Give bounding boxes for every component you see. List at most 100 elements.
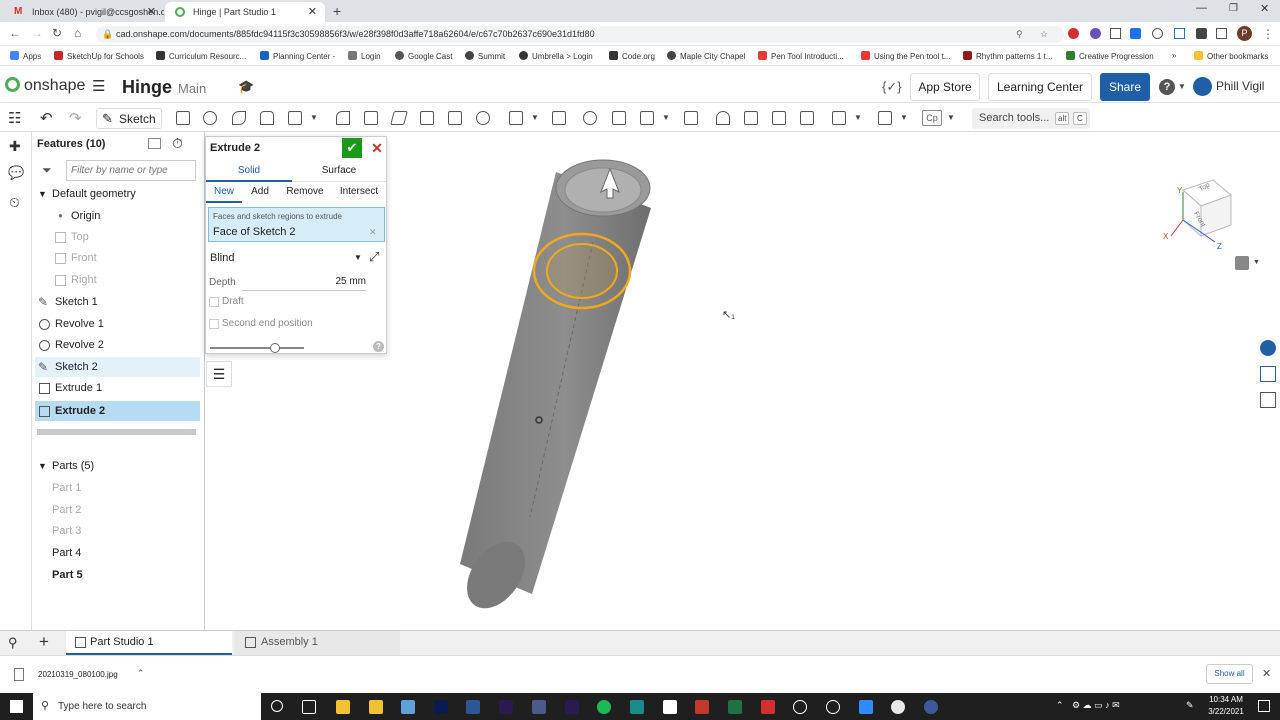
clock-date[interactable]: 3/22/2021: [1204, 707, 1248, 716]
task-view-icon[interactable]: [302, 700, 316, 714]
bookmark[interactable]: Pen Tool Introducti...: [758, 51, 844, 61]
chevron-down-icon[interactable]: ▼: [38, 184, 47, 204]
faces-selection-box[interactable]: Faces and sketch regions to extrude Face…: [208, 207, 385, 242]
mass-properties-icon[interactable]: [1260, 366, 1276, 382]
feature-plane-front[interactable]: Front: [35, 248, 200, 268]
split-tool-icon[interactable]: [612, 111, 626, 125]
op-remove[interactable]: Remove: [278, 183, 332, 203]
bookmark-apps[interactable]: Apps: [10, 51, 41, 61]
photoshop-icon[interactable]: [434, 700, 448, 714]
clear-selection-icon[interactable]: ✕: [369, 227, 377, 238]
loft-tool-icon[interactable]: [260, 111, 274, 125]
clock-time[interactable]: 10:34 AM: [1206, 695, 1246, 704]
branch-name[interactable]: Main: [178, 81, 206, 96]
chevron-down-icon[interactable]: ▼: [854, 113, 862, 122]
chevron-down-icon[interactable]: ▼: [900, 113, 908, 122]
sketch-button[interactable]: ✎ Sketch: [96, 108, 162, 129]
rollback-bar[interactable]: [37, 429, 196, 435]
pen-icon[interactable]: ✎: [1186, 700, 1194, 711]
default-geometry-group[interactable]: ▼ Default geometry: [35, 184, 200, 204]
chevron-down-icon[interactable]: ▼: [947, 113, 955, 122]
browser-menu-icon[interactable]: ⋮: [1262, 27, 1274, 41]
rib-tool-icon[interactable]: [420, 111, 434, 125]
search-tools-input[interactable]: Search tools... alt C: [972, 108, 1090, 129]
taskbar-search-box[interactable]: ⚲ Type here to search: [33, 693, 261, 720]
bookmark[interactable]: Curriculum Resourc...: [156, 51, 246, 61]
extrude-tool-icon[interactable]: [176, 111, 190, 125]
pattern-tool-icon[interactable]: [509, 111, 523, 125]
cylinder-part[interactable]: [455, 159, 651, 619]
view-cube-svg[interactable]: [1143, 150, 1243, 260]
chevron-down-icon[interactable]: ▼: [531, 113, 539, 122]
modify-fillet-tool-icon[interactable]: [716, 111, 730, 125]
tab-manager-icon[interactable]: ⚲: [8, 635, 18, 651]
feature-plane-top[interactable]: Top: [35, 227, 200, 247]
undo-icon[interactable]: ↶: [40, 109, 53, 127]
chevron-down-icon[interactable]: ▼: [1178, 82, 1186, 91]
appearance-panel-icon[interactable]: [1260, 340, 1276, 356]
part-item[interactable]: Part 4: [35, 543, 200, 563]
browser-tab-onshape[interactable]: Hinge | Part Studio 1 ✕: [165, 2, 325, 22]
bookmark[interactable]: Creative Progression: [1066, 51, 1154, 61]
chevron-down-icon[interactable]: ▼: [354, 249, 362, 267]
app-icon[interactable]: [924, 700, 938, 714]
mirror-tool-icon[interactable]: [552, 111, 566, 125]
hole-tool-icon[interactable]: [476, 111, 490, 125]
chamfer-tool-icon[interactable]: [364, 111, 378, 125]
app-icon[interactable]: [532, 700, 546, 714]
close-download-bar-icon[interactable]: ✕: [1262, 667, 1271, 680]
app-icon[interactable]: [401, 700, 415, 714]
filter-icon[interactable]: ⏷: [42, 163, 52, 178]
app-icon[interactable]: [630, 700, 644, 714]
close-tab-icon[interactable]: ✕: [147, 2, 156, 22]
chevron-down-icon[interactable]: ▼: [38, 456, 47, 476]
history-icon[interactable]: ⏲: [9, 194, 20, 211]
cortana-icon[interactable]: [271, 700, 283, 712]
bookmark[interactable]: Google Cast: [395, 51, 452, 61]
confirm-check-button[interactable]: ✔: [342, 138, 362, 158]
download-filename[interactable]: 20210319_080100.jpg: [38, 670, 118, 679]
part-item[interactable]: Part 2: [35, 500, 200, 520]
chevron-down-icon[interactable]: ▼: [1253, 259, 1260, 266]
part-item[interactable]: Part 1: [35, 478, 200, 498]
delete-face-tool-icon[interactable]: [744, 111, 758, 125]
premiere-icon[interactable]: [565, 700, 579, 714]
url-field[interactable]: 🔒 cad.onshape.com/documents/885fdc94115f…: [96, 26, 1064, 43]
insert-icon[interactable]: ✚: [9, 138, 21, 155]
acrobat-icon[interactable]: [761, 700, 775, 714]
powerpoint-icon[interactable]: [695, 700, 709, 714]
op-intersect[interactable]: Intersect: [332, 183, 386, 203]
bookmark[interactable]: Planning Center -: [260, 51, 335, 61]
replace-face-tool-icon[interactable]: [800, 111, 814, 125]
file-explorer-icon[interactable]: [336, 700, 350, 714]
zoom-icon[interactable]: ⚲: [1016, 26, 1023, 43]
share-button[interactable]: Share: [1100, 73, 1150, 101]
extensions-menu-icon[interactable]: [1196, 28, 1207, 39]
app-icon[interactable]: [663, 700, 677, 714]
move-face-tool-icon[interactable]: [772, 111, 786, 125]
excel-icon[interactable]: [728, 700, 742, 714]
flip-direction-icon[interactable]: ⤢: [369, 249, 379, 265]
new-tab-button[interactable]: +: [333, 3, 341, 19]
fillet-tool-icon[interactable]: [336, 111, 350, 125]
app-icon[interactable]: [826, 700, 840, 714]
op-new[interactable]: New: [206, 183, 242, 203]
app-icon[interactable]: [793, 700, 807, 714]
preview-slider-track[interactable]: [210, 347, 304, 349]
chevron-down-icon[interactable]: ▼: [310, 113, 318, 122]
chevron-up-icon[interactable]: ⌃: [137, 668, 145, 679]
op-add[interactable]: Add: [242, 183, 278, 203]
bookmark-other[interactable]: Other bookmarks: [1194, 51, 1268, 61]
second-end-checkbox[interactable]: [209, 319, 219, 329]
cast-icon[interactable]: [1216, 28, 1227, 39]
more-bookmarks-icon[interactable]: »: [1172, 51, 1176, 60]
reload-icon[interactable]: ↻: [52, 26, 62, 40]
user-avatar-icon[interactable]: [1193, 77, 1212, 96]
end-type-select[interactable]: Blind ▼: [208, 249, 364, 267]
tab-part-studio-1[interactable]: Part Studio 1: [66, 631, 232, 655]
home-icon[interactable]: ⌂: [74, 26, 81, 40]
parts-group[interactable]: ▼ Parts (5): [35, 456, 200, 476]
plane-tool-icon[interactable]: [832, 111, 846, 125]
close-window-button[interactable]: ✕: [1260, 2, 1269, 15]
extension-circle-icon[interactable]: [1152, 28, 1163, 39]
